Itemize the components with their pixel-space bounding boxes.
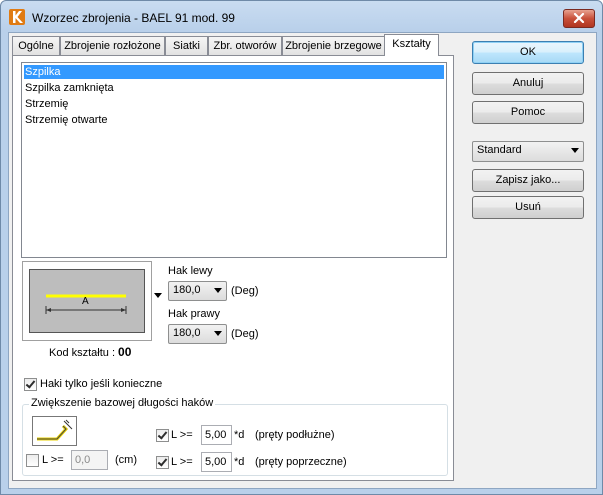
dialog-window: Wzorzec zbrojenia - BAEL 91 mod. 99 Ogól… — [0, 0, 603, 495]
window-title: Wzorzec zbrojenia - BAEL 91 mod. 99 — [32, 11, 235, 25]
chevron-down-icon — [571, 148, 579, 153]
chevron-down-icon — [214, 331, 222, 336]
shapes-listbox[interactable]: Szpilka Szpilka zamknięta Strzemię Strze… — [21, 62, 447, 258]
tab-distributed-reinforcement[interactable]: Zbrojenie rozłożone — [60, 36, 165, 55]
transverse-suffix: *d — [234, 456, 245, 468]
longitudinal-suffix: *d — [234, 429, 245, 441]
longitudinal-label: L >= — [171, 429, 193, 441]
hooks-only-if-needed-checkbox[interactable] — [24, 378, 37, 391]
base-length-group-title: Zwiększenie bazowej długości haków — [29, 397, 216, 409]
dimension-label: A — [82, 296, 89, 307]
left-hook-value: 180,0 — [173, 284, 201, 296]
tab-general[interactable]: Ogólne — [12, 36, 60, 55]
tab-meshes[interactable]: Siatki — [165, 36, 208, 55]
base-length-input[interactable]: 0,0 — [71, 450, 108, 470]
hook-extension-image — [32, 416, 77, 446]
cancel-button[interactable]: Anuluj — [472, 72, 584, 95]
delete-button[interactable]: Usuń — [472, 196, 584, 219]
left-hook-unit: (Deg) — [231, 285, 259, 297]
title-bar: Wzorzec zbrojenia - BAEL 91 mod. 99 — [1, 1, 602, 33]
tab-opening-reinforcement[interactable]: Zbr. otworów — [208, 36, 282, 55]
longitudinal-checkbox[interactable] — [156, 429, 169, 442]
transverse-input[interactable]: 5,00 — [201, 452, 232, 472]
save-as-button[interactable]: Zapisz jako... — [472, 169, 584, 192]
ok-button[interactable]: OK — [472, 41, 584, 64]
right-hook-label: Hak prawy — [168, 308, 220, 320]
base-length-unit: (cm) — [115, 454, 137, 466]
hook-extension-icon — [37, 419, 73, 441]
shape-preview[interactable]: A — [22, 261, 152, 341]
longitudinal-note: (pręty podłużne) — [255, 429, 335, 441]
list-item[interactable]: Strzemię otwarte — [24, 113, 444, 127]
dialog-client-area: Ogólne Zbrojenie rozłożone Siatki Zbr. o… — [8, 32, 597, 489]
preset-value: Standard — [477, 144, 522, 156]
shape-code: Kod kształtu :00 — [49, 345, 131, 359]
right-hook-value: 180,0 — [173, 327, 201, 339]
list-item[interactable]: Szpilka — [24, 65, 444, 79]
left-hook-select[interactable]: 180,0 — [168, 281, 227, 301]
hooks-only-if-needed-label: Haki tylko jeśli konieczne — [40, 378, 163, 390]
list-item[interactable]: Strzemię — [24, 97, 444, 111]
right-hook-unit: (Deg) — [231, 328, 259, 340]
preset-select[interactable]: Standard — [472, 141, 584, 162]
longitudinal-input[interactable]: 5,00 — [201, 425, 232, 445]
shapes-tab-panel: Szpilka Szpilka zamknięta Strzemię Strze… — [12, 55, 454, 481]
base-length-checkbox[interactable] — [26, 454, 39, 467]
close-icon — [573, 13, 585, 23]
transverse-note: (pręty poprzeczne) — [255, 456, 347, 468]
list-item[interactable]: Szpilka zamknięta — [24, 81, 444, 95]
chevron-down-icon — [214, 288, 222, 293]
close-button[interactable] — [563, 9, 595, 28]
shape-dropdown-arrow-icon[interactable] — [154, 293, 162, 299]
right-hook-select[interactable]: 180,0 — [168, 324, 227, 344]
app-logo-icon — [9, 9, 25, 25]
shape-code-label: Kod kształtu : — [49, 347, 116, 359]
shape-code-value: 00 — [118, 345, 132, 359]
transverse-checkbox[interactable] — [156, 456, 169, 469]
base-length-label: L >= — [42, 454, 64, 466]
shape-preview-canvas: A — [29, 269, 145, 333]
transverse-label: L >= — [171, 456, 193, 468]
left-hook-label: Hak lewy — [168, 265, 213, 277]
tab-shapes[interactable]: Kształty — [384, 34, 439, 56]
tab-edge-reinforcement[interactable]: Zbrojenie brzegowe — [282, 36, 385, 55]
help-button[interactable]: Pomoc — [472, 101, 584, 124]
